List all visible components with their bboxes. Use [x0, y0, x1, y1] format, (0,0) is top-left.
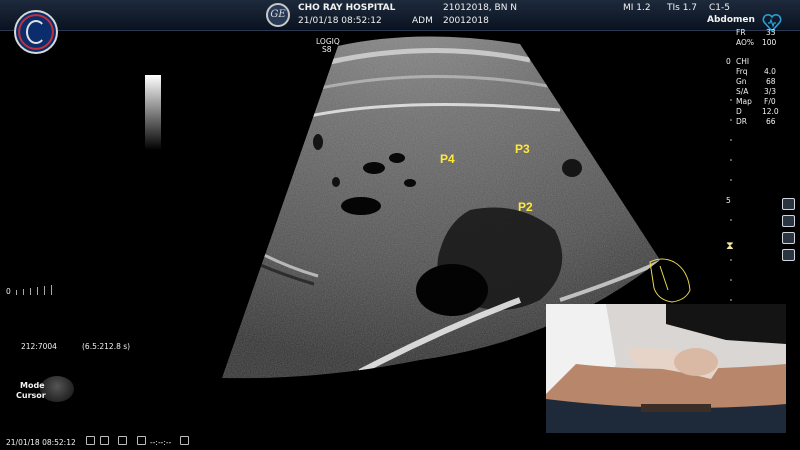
image-icon[interactable] [782, 198, 795, 210]
print-icon[interactable] [100, 436, 109, 445]
param-label: Gn [736, 77, 747, 86]
param-value: 3/3 [764, 87, 777, 96]
lock-icon[interactable] [86, 436, 95, 445]
label-p3: P3 [515, 142, 530, 156]
hourglass-icon: ⧗ [726, 239, 734, 252]
sync-icon[interactable] [137, 436, 146, 445]
param-value: 12.0 [762, 107, 779, 116]
param-value: 4.0 [764, 67, 776, 76]
tgc-bars-icon [16, 285, 52, 295]
camera-scene [546, 304, 786, 439]
left-zero: 0 [6, 287, 11, 296]
param-label: D [736, 107, 742, 116]
layout-icon[interactable] [782, 249, 795, 261]
sync-time: --:--:-- [150, 438, 172, 447]
param-value: 68 [766, 77, 776, 86]
param-label: S/A [736, 87, 749, 96]
param-label: DR [736, 117, 747, 126]
time-info: (6.5:212.8 s) [82, 342, 131, 351]
camera-inset [546, 304, 786, 439]
frame-info: 212:7004 [21, 342, 57, 351]
label-p4: P4 [440, 152, 455, 166]
usb-icon[interactable] [118, 436, 127, 445]
param-label: Frq [736, 67, 748, 76]
param-label: Map [736, 97, 752, 106]
grayscale-bar [145, 75, 161, 150]
label-p2: P2 [518, 200, 533, 214]
network-icon[interactable] [180, 436, 189, 445]
footer-datetime: 21/01/18 08:52:12 [6, 438, 76, 447]
param-value: 66 [766, 117, 776, 126]
depth-mid: 5 [726, 196, 731, 205]
cursor-label: Cursor [16, 391, 46, 400]
depth-top: 0 [726, 57, 731, 66]
grid-icon[interactable] [782, 232, 795, 244]
bars-icon[interactable] [782, 215, 795, 227]
mode-chi: CHI [736, 57, 750, 66]
probe-marker-sub: S8 [322, 45, 332, 54]
param-value: F/0 [764, 97, 776, 106]
